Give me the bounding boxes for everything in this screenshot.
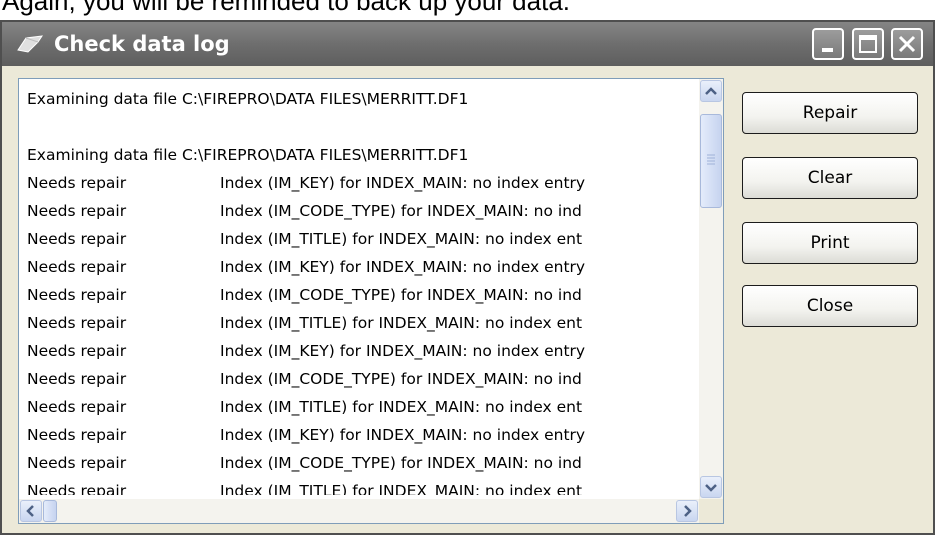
log-line: Needs repair Index (IM_KEY) for INDEX_MAI… — [27, 337, 695, 365]
chevron-right-icon — [684, 505, 692, 517]
log-line-status: Needs repair — [27, 202, 127, 220]
horizontal-scroll-thumb[interactable] — [43, 500, 57, 522]
log-line-status: Needs repair — [27, 482, 127, 495]
log-line-detail: Index (IM_CODE_TYPE) for INDEX_MAIN: no … — [220, 286, 582, 304]
grip-icon — [707, 154, 715, 165]
vertical-scrollbar[interactable] — [699, 79, 723, 499]
log-listbox[interactable]: Examining data file C:\FIREPRO\DATA FILE… — [18, 78, 724, 524]
print-button[interactable]: Print — [742, 222, 918, 264]
chevron-down-icon — [705, 484, 717, 492]
log-line: Examining data file C:\FIREPRO\DATA FILE… — [27, 141, 695, 169]
check-data-log-dialog: Check data log Examining data file C:\FI… — [0, 20, 935, 535]
clear-button[interactable]: Clear — [742, 157, 918, 199]
log-line: Needs repair Index (IM_TITLE) for INDEX_M… — [27, 225, 695, 253]
log-line: Examining data file C:\FIREPRO\DATA FILE… — [27, 85, 695, 113]
log-line-status: Needs repair — [27, 398, 127, 416]
log-line-status: Examining data file C:\FIREPRO\DATA FILE… — [27, 90, 469, 108]
log-line-detail: Index (IM_TITLE) for INDEX_MAIN: no inde… — [220, 398, 583, 416]
log-line-detail: Index (IM_KEY) for INDEX_MAIN: no index … — [220, 342, 586, 360]
scroll-left-button[interactable] — [20, 500, 42, 522]
window-title: Check data log — [54, 32, 230, 56]
log-line: Needs repair Index (IM_CODE_TYPE) for IND… — [27, 281, 695, 309]
scroll-right-button[interactable] — [676, 500, 698, 522]
log-line-detail: Index (IM_CODE_TYPE) for INDEX_MAIN: no … — [220, 454, 582, 472]
log-line-status: Needs repair — [27, 174, 127, 192]
log-line-detail: Index (IM_KEY) for INDEX_MAIN: no index … — [220, 174, 586, 192]
horizontal-scrollbar[interactable] — [19, 499, 699, 523]
log-line-status: Needs repair — [27, 230, 127, 248]
log-line: Needs repair Index (IM_KEY) for INDEX_MAI… — [27, 169, 695, 197]
log-line: Needs repair Index (IM_CODE_TYPE) for IND… — [27, 365, 695, 393]
maximize-button[interactable] — [852, 28, 884, 60]
background-instruction-text: Again, you will be reminded to back up y… — [2, 0, 571, 16]
log-line-status: Needs repair — [27, 342, 127, 360]
vertical-scroll-thumb[interactable] — [700, 114, 722, 208]
close-window-button[interactable] — [891, 28, 923, 60]
maximize-icon — [859, 35, 877, 53]
title-bar[interactable]: Check data log — [2, 22, 933, 66]
log-line-detail: Index (IM_CODE_TYPE) for INDEX_MAIN: no … — [220, 370, 582, 388]
log-line: Needs repair Index (IM_TITLE) for INDEX_M… — [27, 393, 695, 421]
log-line: Needs repair Index (IM_KEY) for INDEX_MAI… — [27, 421, 695, 449]
log-line-status: Examining data file C:\FIREPRO\DATA FILE… — [27, 146, 469, 164]
log-line-status: Needs repair — [27, 286, 127, 304]
log-line-status: Needs repair — [27, 314, 127, 332]
log-line-detail: Index (IM_KEY) for INDEX_MAIN: no index … — [220, 426, 586, 444]
log-line-status: Needs repair — [27, 258, 127, 276]
minimize-icon — [822, 48, 833, 52]
log-line-status: Needs repair — [27, 426, 127, 444]
scrollbar-corner — [699, 499, 723, 523]
log-line: Needs repair Index (IM_KEY) for INDEX_MAI… — [27, 253, 695, 281]
log-line-status: Needs repair — [27, 370, 127, 388]
close-button[interactable]: Close — [742, 285, 918, 327]
log-line-detail: Index (IM_KEY) for INDEX_MAIN: no index … — [220, 258, 586, 276]
chevron-up-icon — [705, 87, 717, 95]
log-line-detail: Index (IM_TITLE) for INDEX_MAIN: no inde… — [220, 230, 583, 248]
repair-button[interactable]: Repair — [742, 92, 918, 134]
log-line-detail: Index (IM_TITLE) for INDEX_MAIN: no inde… — [220, 314, 583, 332]
log-line: Needs repair Index (IM_TITLE) for INDEX_M… — [27, 309, 695, 337]
log-line: Needs repair Index (IM_CODE_TYPE) for IND… — [27, 197, 695, 225]
log-line: Needs repair Index (IM_CODE_TYPE) for IND… — [27, 449, 695, 477]
app-icon — [16, 34, 44, 54]
scroll-up-button[interactable] — [700, 80, 722, 102]
log-line-detail: Index (IM_TITLE) for INDEX_MAIN: no inde… — [220, 482, 583, 495]
log-line-detail: Index (IM_CODE_TYPE) for INDEX_MAIN: no … — [220, 202, 582, 220]
log-lines: Examining data file C:\FIREPRO\DATA FILE… — [27, 85, 695, 495]
scroll-down-button[interactable] — [700, 476, 722, 498]
close-icon — [898, 35, 916, 53]
log-line-status: Needs repair — [27, 454, 127, 472]
chevron-left-icon — [26, 505, 34, 517]
log-line: Needs repair Index (IM_TITLE) for INDEX_M… — [27, 477, 695, 495]
minimize-button[interactable] — [812, 28, 844, 60]
